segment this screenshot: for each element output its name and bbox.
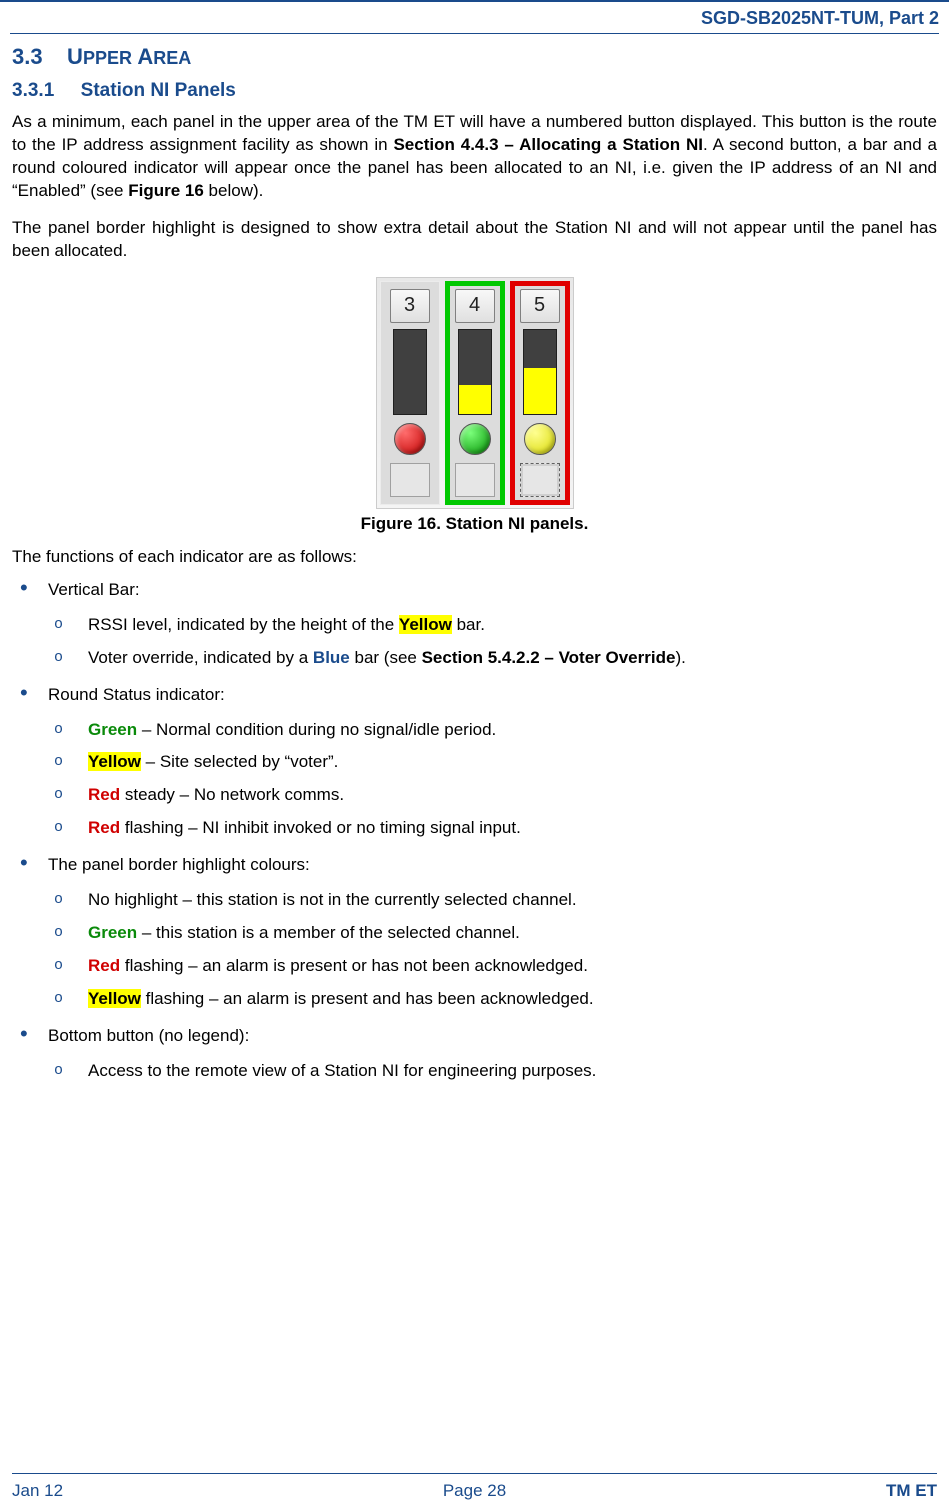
bullet-border-highlight: The panel border highlight colours: No h… [48, 854, 937, 1011]
subsection-heading: 3.3.1 Station NI Panels [12, 78, 937, 104]
remote-view-button[interactable] [520, 463, 560, 497]
subsection-number: 3.3.1 [12, 80, 54, 101]
footer: Jan 12 Page 28 TM ET [0, 1473, 949, 1503]
sub-yellow-ack: Yellow flashing – an alarm is present an… [88, 988, 937, 1011]
sub-red-flashing: Red flashing – NI inhibit invoked or no … [88, 817, 937, 840]
rssi-fill [459, 385, 491, 414]
section-number: 3.3 [12, 44, 43, 69]
station-panel-4: 4 [445, 281, 505, 505]
sub-no-highlight: No highlight – this station is not in th… [88, 889, 937, 912]
bottom-button-sublist: Access to the remote view of a Station N… [48, 1060, 937, 1083]
para-1: As a minimum, each panel in the upper ar… [12, 111, 937, 203]
status-indicator-red [394, 423, 426, 455]
bullet-round-status: Round Status indicator: Green – Normal c… [48, 684, 937, 841]
content: 3.3 UPPER AREA 3.3.1 Station NI Panels A… [0, 42, 949, 1083]
rssi-bar [393, 329, 427, 415]
station-ni-panels: 3 4 5 [376, 277, 574, 509]
sub-yellow-selected: Yellow – Site selected by “voter”. [88, 751, 937, 774]
blue-label: Blue [313, 648, 350, 667]
sub-green-member: Green – this station is a member of the … [88, 922, 937, 945]
footer-row: Jan 12 Page 28 TM ET [12, 1480, 937, 1503]
bullet-bottom-button: Bottom button (no legend): Access to the… [48, 1025, 937, 1083]
station-number-button[interactable]: 5 [520, 289, 560, 323]
remote-view-button[interactable] [390, 463, 430, 497]
footer-rule [12, 1473, 937, 1474]
footer-product: TM ET [886, 1480, 937, 1503]
rssi-bar [523, 329, 557, 415]
para-3: The functions of each indicator are as f… [12, 546, 937, 569]
indicator-list: Vertical Bar: RSSI level, indicated by t… [12, 579, 937, 1083]
figure-caption: Figure 16. Station NI panels. [12, 513, 937, 536]
station-panel-5: 5 [510, 281, 570, 505]
footer-date: Jan 12 [12, 1480, 63, 1503]
rssi-bar [458, 329, 492, 415]
footer-page: Page 28 [443, 1480, 506, 1503]
sub-green-normal: Green – Normal condition during no signa… [88, 719, 937, 742]
vertical-bar-sublist: RSSI level, indicated by the height of t… [48, 614, 937, 670]
bullet-vertical-bar: Vertical Bar: RSSI level, indicated by t… [48, 579, 937, 670]
status-indicator-green [459, 423, 491, 455]
header: SGD-SB2025NT-TUM, Part 2 [0, 2, 949, 33]
section-heading: 3.3 UPPER AREA [12, 42, 937, 72]
ref-section-443: Section 4.4.3 – Allocating a Station NI [393, 135, 703, 154]
ref-figure-16: Figure 16 [128, 181, 204, 200]
station-number-button[interactable]: 4 [455, 289, 495, 323]
round-status-sublist: Green – Normal condition during no signa… [48, 719, 937, 841]
subsection-title: Station NI Panels [81, 80, 236, 101]
yellow-label: Yellow [399, 615, 452, 634]
rssi-fill [524, 368, 556, 414]
remote-view-button[interactable] [455, 463, 495, 497]
border-highlight-sublist: No highlight – this station is not in th… [48, 889, 937, 1011]
ref-section-5422: Section 5.4.2.2 – Voter Override [422, 648, 676, 667]
page: SGD-SB2025NT-TUM, Part 2 3.3 UPPER AREA … [0, 0, 949, 1511]
station-number-button[interactable]: 3 [390, 289, 430, 323]
sub-red-steady: Red steady – No network comms. [88, 784, 937, 807]
sub-red-alarm: Red flashing – an alarm is present or ha… [88, 955, 937, 978]
status-indicator-yellow [524, 423, 556, 455]
section-title: UPPER AREA [67, 44, 191, 69]
station-panel-3: 3 [380, 281, 440, 505]
sub-voter-override: Voter override, indicated by a Blue bar … [88, 647, 937, 670]
header-rule [10, 33, 939, 34]
sub-remote-view: Access to the remote view of a Station N… [88, 1060, 937, 1083]
doc-id: SGD-SB2025NT-TUM, Part 2 [701, 8, 939, 28]
para-2: The panel border highlight is designed t… [12, 217, 937, 263]
sub-rssi: RSSI level, indicated by the height of t… [88, 614, 937, 637]
figure-16: 3 4 5 [12, 277, 937, 509]
